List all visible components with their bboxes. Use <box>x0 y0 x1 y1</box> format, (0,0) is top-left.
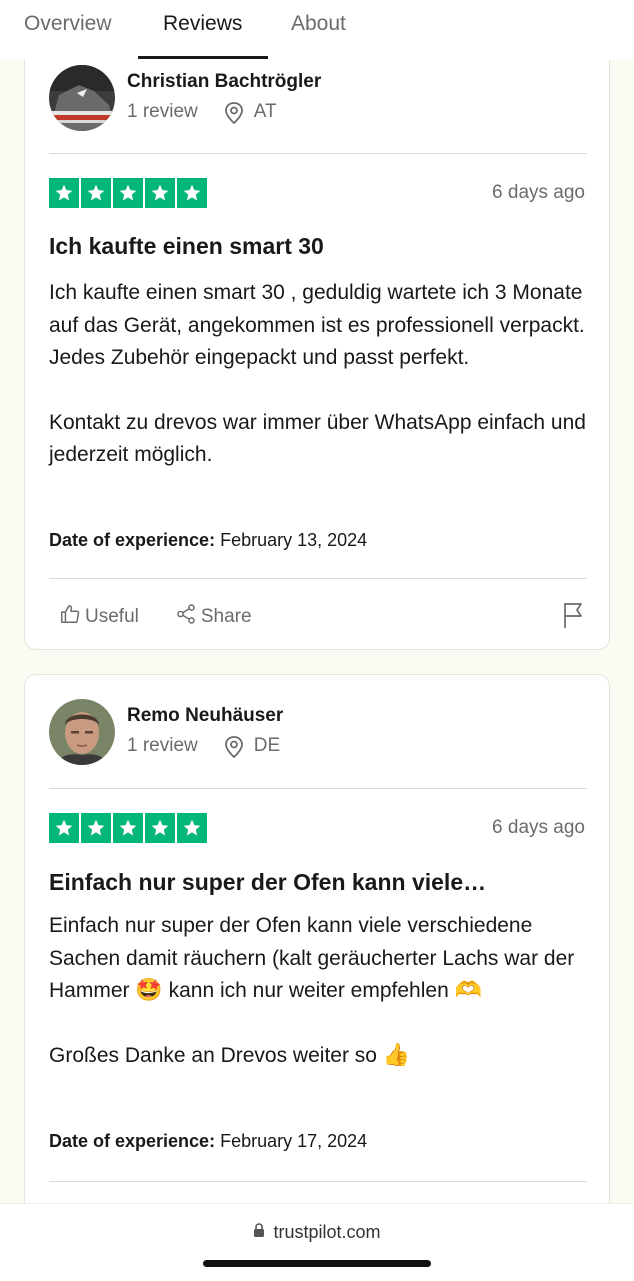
tab-reviews[interactable]: Reviews <box>163 12 242 36</box>
star-struck-emoji-icon: 🤩 <box>135 978 163 1003</box>
review-body: Einfach nur super der Ofen kann viele ve… <box>49 910 594 1072</box>
tab-bar: Overview Reviews About <box>0 0 634 60</box>
date-of-experience-label: Date of experience: <box>49 530 216 550</box>
share-button[interactable]: Share <box>175 603 252 631</box>
date-of-experience-label: Date of experience: <box>49 1131 216 1151</box>
star-rating <box>49 813 207 843</box>
share-label: Share <box>200 606 252 627</box>
address-bar[interactable]: trustpilot.com <box>0 1222 634 1243</box>
flag-icon[interactable] <box>561 601 585 634</box>
divider <box>49 578 587 579</box>
review-title[interactable]: Einfach nur super der Ofen kann viele… <box>49 869 589 896</box>
url-text: trustpilot.com <box>273 1222 381 1242</box>
review-actions: Useful Share <box>59 603 288 631</box>
useful-button[interactable]: Useful <box>59 603 139 631</box>
review-date: 6 days ago <box>492 182 585 203</box>
review-paragraph: Ich kaufte einen smart 30 , geduldig war… <box>49 281 585 369</box>
star-icon <box>113 178 143 208</box>
reviewer-meta: 1 review DE <box>127 735 281 759</box>
thumbs-up-icon <box>59 603 85 631</box>
date-of-experience: Date of experience: February 13, 2024 <box>49 530 367 551</box>
reviewer-name[interactable]: Remo Neuhäuser <box>127 705 283 727</box>
review-count: 1 review <box>127 101 198 122</box>
tab-overview[interactable]: Overview <box>24 12 112 36</box>
star-icon <box>81 813 111 843</box>
reviewer-country: DE <box>253 735 281 756</box>
avatar[interactable] <box>49 65 115 131</box>
reviewer-name[interactable]: Christian Bachtrögler <box>127 71 321 93</box>
divider <box>49 1181 587 1182</box>
review-paragraph: Großes Danke an Drevos weiter so 👍 <box>49 1040 594 1073</box>
review-card: Remo Neuhäuser 1 review DE 6 days ago Ei… <box>24 674 610 1234</box>
review-paragraph: Kontakt zu drevos war immer über WhatsAp… <box>49 410 586 467</box>
avatar[interactable] <box>49 699 115 765</box>
star-rating <box>49 178 207 208</box>
star-icon <box>81 178 111 208</box>
star-icon <box>145 178 175 208</box>
review-card: Christian Bachtrögler 1 review AT 6 days… <box>24 40 610 650</box>
review-title[interactable]: Ich kaufte einen smart 30 <box>49 233 589 260</box>
review-text-segment: Großes Danke an Drevos weiter so <box>49 1043 383 1067</box>
tab-about[interactable]: About <box>291 12 346 36</box>
browser-bottom-bar: trustpilot.com <box>0 1203 634 1281</box>
location-pin-icon <box>224 102 244 125</box>
star-icon <box>49 813 79 843</box>
review-paragraph: Einfach nur super der Ofen kann viele ve… <box>49 910 594 1008</box>
star-icon <box>145 813 175 843</box>
lock-icon <box>253 1222 273 1243</box>
location-pin-icon <box>224 736 244 759</box>
reviewer-meta: 1 review AT <box>127 101 277 125</box>
divider <box>49 153 587 154</box>
review-text-segment: kann ich nur weiter empfehlen <box>162 979 455 1002</box>
home-indicator[interactable] <box>203 1260 431 1267</box>
star-icon <box>49 178 79 208</box>
active-tab-indicator <box>138 56 268 59</box>
review-body: Ich kaufte einen smart 30 , geduldig war… <box>49 277 594 472</box>
reviewer-country: AT <box>253 101 277 122</box>
review-count: 1 review <box>127 735 198 756</box>
review-date: 6 days ago <box>492 817 585 838</box>
heart-hands-emoji-icon: 🫶 <box>454 978 482 1003</box>
star-icon <box>177 813 207 843</box>
date-of-experience: Date of experience: February 17, 2024 <box>49 1131 367 1152</box>
divider <box>49 788 587 789</box>
star-icon <box>177 178 207 208</box>
share-icon <box>175 603 201 631</box>
thumbs-up-emoji-icon: 👍 <box>382 1042 411 1068</box>
date-of-experience-value: February 13, 2024 <box>220 530 368 550</box>
useful-label: Useful <box>85 606 139 627</box>
date-of-experience-value: February 17, 2024 <box>220 1131 368 1151</box>
star-icon <box>113 813 143 843</box>
